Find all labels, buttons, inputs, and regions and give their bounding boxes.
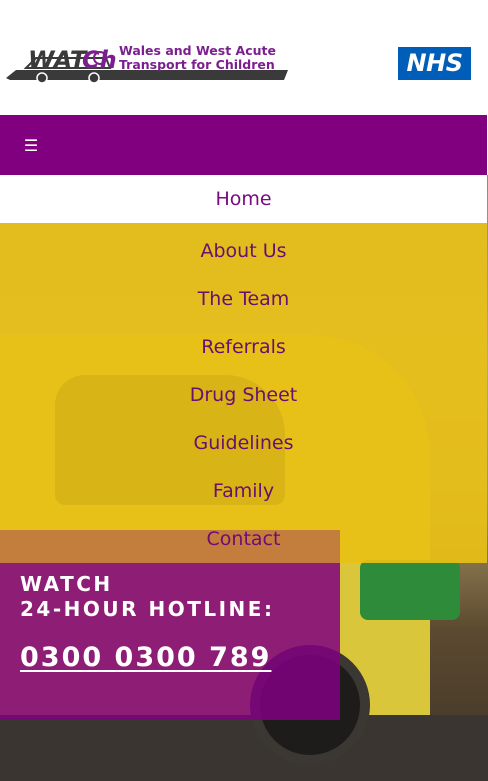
hotline-title: WATCH 24-HOUR HOTLINE: [20,572,320,622]
hotline-panel-top [0,530,340,563]
logo-tagline: Wales and West Acute Transport for Child… [119,44,276,72]
menu-item-home[interactable]: Home [0,175,487,223]
menu-item-drug-sheet[interactable]: Drug Sheet [0,371,487,419]
road [0,715,488,781]
menu-item-about-us[interactable]: About Us [0,227,487,275]
menu-item-the-team[interactable]: The Team [0,275,487,323]
nhs-logo-text: NHS [406,49,463,77]
menu-item-guidelines[interactable]: Guidelines [0,419,487,467]
hotline-title-line1: WATCH [20,572,113,596]
menu-item-referrals[interactable]: Referrals [0,323,487,371]
svg-text:WAT: WAT [28,46,88,74]
nav-bar [0,115,487,175]
menu-item-family[interactable]: Family [0,467,487,515]
logo-tagline-line1: Wales and West Acute [119,43,276,58]
logo-tagline-line2: Transport for Children [119,57,275,72]
svg-text:Ch: Ch [82,46,117,74]
ambulance-stripe [360,560,460,620]
hotline-title-line2: 24-HOUR HOTLINE: [20,597,275,621]
hotline-phone-link[interactable]: 0300 0300 789 [20,640,271,676]
hamburger-icon[interactable]: ☰ [22,137,40,155]
dropdown-menu: Home About Us The Team Referrals Drug Sh… [0,175,487,563]
site-header: WAT Ch Wales and West Acute Transport fo… [0,0,488,115]
nhs-logo: NHS [398,47,471,80]
